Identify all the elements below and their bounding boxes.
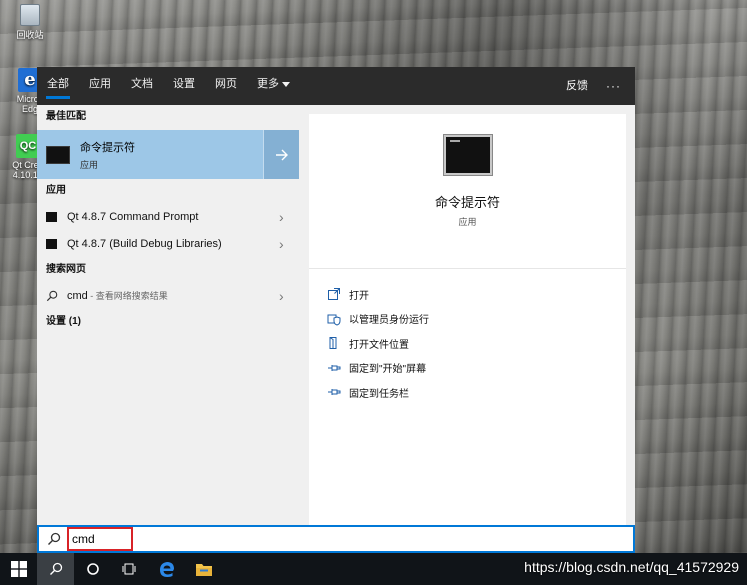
arrow-right-icon — [275, 149, 288, 160]
chevron-down-icon — [282, 81, 290, 87]
pin-icon — [328, 364, 341, 371]
action-pin-to-taskbar[interactable]: 固定到任务栏 — [309, 380, 626, 405]
search-box — [37, 525, 635, 553]
best-match-subtitle: 应用 — [80, 159, 99, 170]
chevron-right-icon: › — [279, 235, 284, 252]
tab-web[interactable]: 网页 — [205, 67, 247, 105]
pin-icon — [328, 389, 341, 396]
open-icon — [328, 288, 340, 301]
search-panel: 全部 应用 文档 设置 网页 更多 反馈 ··· 最佳匹配 命令提示符 应用 应… — [37, 67, 635, 525]
search-scope-tabs: 全部 应用 文档 设置 网页 更多 反馈 ··· — [37, 67, 635, 105]
tab-apps[interactable]: 应用 — [79, 67, 121, 105]
folder-icon — [195, 564, 212, 576]
cortana-button[interactable] — [74, 553, 111, 585]
best-match-result: 命令提示符 应用 — [37, 130, 299, 179]
tab-settings[interactable]: 设置 — [163, 67, 205, 105]
action-open[interactable]: 打开 — [309, 282, 626, 307]
list-item[interactable]: Qt 4.8.7 (Build Debug Libraries) › — [37, 230, 299, 257]
tab-more-label: 更多 — [257, 78, 279, 90]
command-prompt-icon — [46, 145, 70, 164]
search-icon — [48, 532, 61, 545]
desktop-icon-recycle-bin[interactable]: 回收站 — [8, 4, 52, 41]
action-label: 打开文件位置 — [349, 339, 409, 351]
action-label: 打开 — [349, 290, 369, 302]
action-list: 打开 以管理员身份运行 打开文件位置 固定到"开始"屏幕 固定到任务栏 — [309, 269, 626, 405]
preview-header: 命令提示符 应用 — [309, 135, 626, 269]
preview-title: 命令提示符 — [434, 195, 500, 210]
taskbar-edge-button[interactable] — [148, 553, 185, 585]
task-view-icon — [122, 563, 135, 575]
section-settings[interactable]: 设置 (1) — [37, 310, 81, 334]
start-button[interactable] — [0, 553, 37, 585]
tab-more[interactable]: 更多 — [247, 67, 300, 105]
tab-documents[interactable]: 文档 — [121, 67, 163, 105]
section-web: 搜索网页 — [46, 264, 86, 275]
web-result-label: cmd - 查看网络搜索结果 — [67, 289, 279, 302]
section-apps: 应用 — [46, 185, 66, 196]
preview-pane: 命令提示符 应用 打开 以管理员身份运行 打开文件位置 固定到"开始"屏幕 固定… — [309, 114, 626, 525]
section-best-match: 最佳匹配 — [46, 111, 86, 122]
windows-logo-icon — [10, 561, 27, 577]
command-prompt-large-icon — [443, 135, 492, 175]
more-options-button[interactable]: ··· — [598, 67, 635, 105]
action-label: 固定到"开始"屏幕 — [349, 364, 427, 376]
preview-subtitle: 应用 — [458, 217, 477, 227]
desktop-icon-label: 回收站 — [16, 30, 44, 40]
best-match-expand-button[interactable] — [263, 130, 299, 179]
web-result-suffix: - 查看网络搜索结果 — [87, 291, 168, 301]
chevron-right-icon: › — [279, 287, 284, 304]
search-input[interactable] — [67, 527, 133, 551]
action-open-file-location[interactable]: 打开文件位置 — [309, 331, 626, 356]
best-match-title: 命令提示符 — [80, 141, 135, 154]
best-match-open[interactable]: 命令提示符 应用 — [37, 130, 263, 179]
shield-icon — [327, 314, 341, 326]
app-result-label: Qt 4.8.7 Command Prompt — [67, 210, 199, 223]
cortana-circle-icon — [86, 563, 99, 575]
recycle-bin-icon — [20, 4, 40, 26]
results-list: 最佳匹配 命令提示符 应用 应用 Qt 4.8.7 Command Prompt… — [37, 105, 299, 525]
task-view-button[interactable] — [111, 553, 148, 585]
watermark-text: https://blog.csdn.net/qq_41572929 — [524, 559, 739, 575]
search-icon — [46, 290, 58, 301]
chevron-right-icon: › — [279, 208, 284, 225]
action-label: 以管理员身份运行 — [349, 315, 429, 327]
action-pin-to-start[interactable]: 固定到"开始"屏幕 — [309, 356, 626, 381]
web-search-result[interactable]: cmd - 查看网络搜索结果 › — [37, 282, 299, 309]
action-label: 固定到任务栏 — [349, 388, 409, 400]
taskbar-search-button[interactable] — [37, 553, 74, 585]
app-result-label: Qt 4.8.7 (Build Debug Libraries) — [67, 237, 222, 250]
list-item[interactable]: Qt 4.8.7 Command Prompt › — [37, 203, 299, 230]
feedback-button[interactable]: 反馈 — [556, 67, 598, 105]
edge-icon — [159, 562, 174, 577]
folder-icon — [329, 337, 337, 350]
tab-all[interactable]: 全部 — [37, 67, 79, 105]
search-icon — [49, 562, 62, 575]
app-icon — [46, 211, 57, 222]
web-result-query: cmd — [67, 290, 88, 302]
action-run-as-admin[interactable]: 以管理员身份运行 — [309, 307, 626, 332]
app-icon — [46, 238, 57, 249]
taskbar-file-explorer-button[interactable] — [185, 553, 222, 585]
